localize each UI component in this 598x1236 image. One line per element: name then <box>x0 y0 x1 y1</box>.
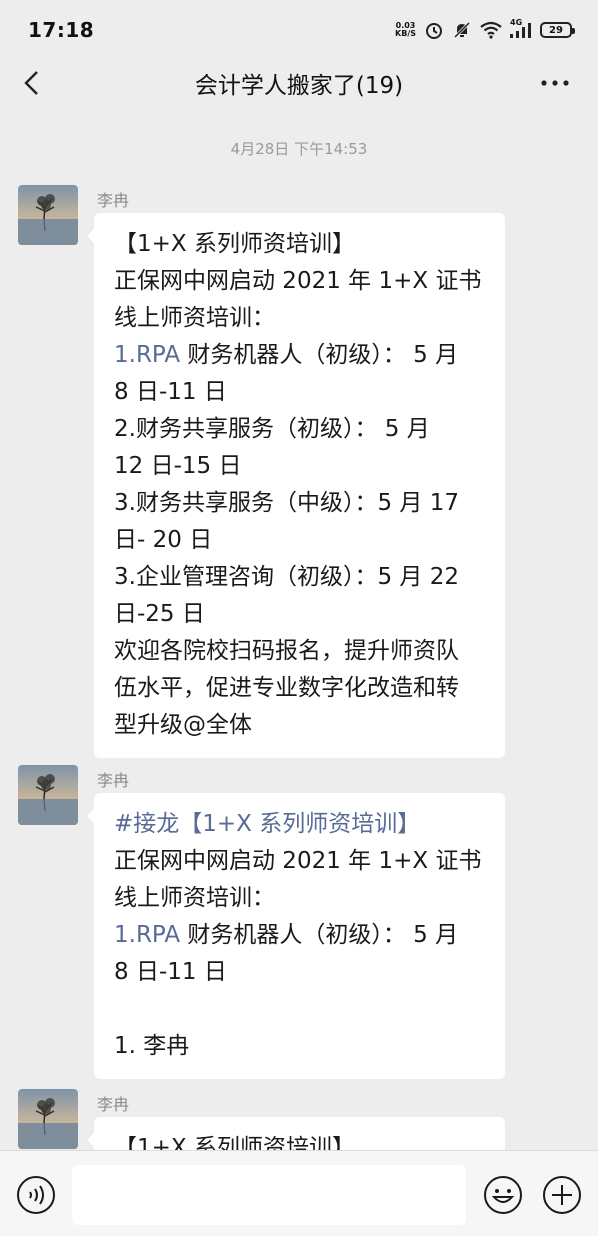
message-line: 伍水平，促进专业数字化改造和转 <box>114 675 459 701</box>
status-bar: 17:18 0.03 KB/S 4G 29 <box>0 0 598 60</box>
message-line: 8 日-11 日 <box>114 959 227 985</box>
message-bubble[interactable]: #接龙【1+X 系列师资培训】 正保网中网启动 2021 年 1+X 证书 线上… <box>87 793 505 1079</box>
sender-name: 李冉 <box>97 1095 130 1114</box>
emoji-icon[interactable] <box>483 1175 523 1215</box>
message-line: 正保网中网启动 2021 年 1+X 证书 <box>114 848 482 874</box>
message-line: 日-25 日 <box>114 601 205 627</box>
battery-icon: 29 <box>540 22 575 38</box>
network-speed: 0.03 KB/S <box>395 22 416 38</box>
message-line: 12 日-15 日 <box>114 453 242 479</box>
chat-title: 会计学人搬家了(19) <box>194 73 404 99</box>
message-line: 2.财务共享服务（初级）： 5 月 <box>114 416 430 442</box>
input-bar <box>0 1150 598 1236</box>
message-line: 日- 20 日 <box>114 527 213 553</box>
avatar[interactable] <box>18 1089 78 1149</box>
plus-icon[interactable] <box>542 1175 582 1215</box>
message-line: 欢迎各院校扫码报名，提升师资队 <box>114 638 459 664</box>
network-type: 4G <box>510 18 523 27</box>
chevron-left-icon[interactable] <box>18 68 48 98</box>
message-bubble[interactable]: 【1+X 系列师资培训】 <box>87 1117 505 1150</box>
message-line: 正保网中网启动 2021 年 1+X 证书 <box>114 268 482 294</box>
message-line: 1.RPA 财务机器人（初级）： 5 月 <box>114 917 485 954</box>
status-icons: 0.03 KB/S 4G 29 <box>395 18 575 40</box>
message-line: 【1+X 系列师资培训】 <box>114 231 355 257</box>
more-dots-icon[interactable] <box>538 68 572 98</box>
chat-timestamp: 4月28日 下午14:53 <box>230 140 368 158</box>
mute-bell-icon <box>453 21 471 39</box>
message-line: 3.企业管理咨询（初级）：5 月 22 <box>114 564 459 590</box>
chat-area[interactable]: 4月28日 下午14:53 李冉 【1+X 系列师资培训】 正保网中网启动 20… <box>0 120 598 1150</box>
message-line-solitaire[interactable]: #接龙【1+X 系列师资培训】 <box>114 806 485 843</box>
sender-name: 李冉 <box>97 191 130 210</box>
message-input[interactable] <box>72 1165 466 1225</box>
message-line: 1. 李冉 <box>114 1033 190 1059</box>
message-bubble[interactable]: 【1+X 系列师资培训】 正保网中网启动 2021 年 1+X 证书 线上师资培… <box>87 213 505 758</box>
message-line: 型升级@全体 <box>114 712 252 738</box>
wifi-icon <box>480 21 502 39</box>
message-line: 线上师资培训： <box>114 305 275 331</box>
message-line: 8 日-11 日 <box>114 379 227 405</box>
avatar[interactable] <box>18 765 78 825</box>
nav-bar: 会计学人搬家了(19) <box>0 60 598 106</box>
message-line: 3.财务共享服务（中级）：5 月 17 <box>114 490 459 516</box>
message-line: 线上师资培训： <box>114 885 275 911</box>
signal-indicator: 4G <box>510 18 532 38</box>
sender-name: 李冉 <box>97 771 130 790</box>
voice-icon[interactable] <box>16 1175 56 1215</box>
network-speed-unit: KB/S <box>395 29 416 38</box>
message-line: 1.RPA 财务机器人（初级）： 5 月 <box>114 337 485 374</box>
status-time: 17:18 <box>28 18 95 42</box>
avatar[interactable] <box>18 185 78 245</box>
alarm-icon <box>426 23 442 39</box>
rpa-link[interactable]: 1.RPA <box>114 342 180 368</box>
message-line: 【1+X 系列师资培训】 <box>114 1135 355 1150</box>
message-text: 财务机器人（初级）： 5 月 <box>180 922 459 948</box>
rpa-link[interactable]: 1.RPA <box>114 922 180 948</box>
message-text: 财务机器人（初级）： 5 月 <box>180 342 459 368</box>
